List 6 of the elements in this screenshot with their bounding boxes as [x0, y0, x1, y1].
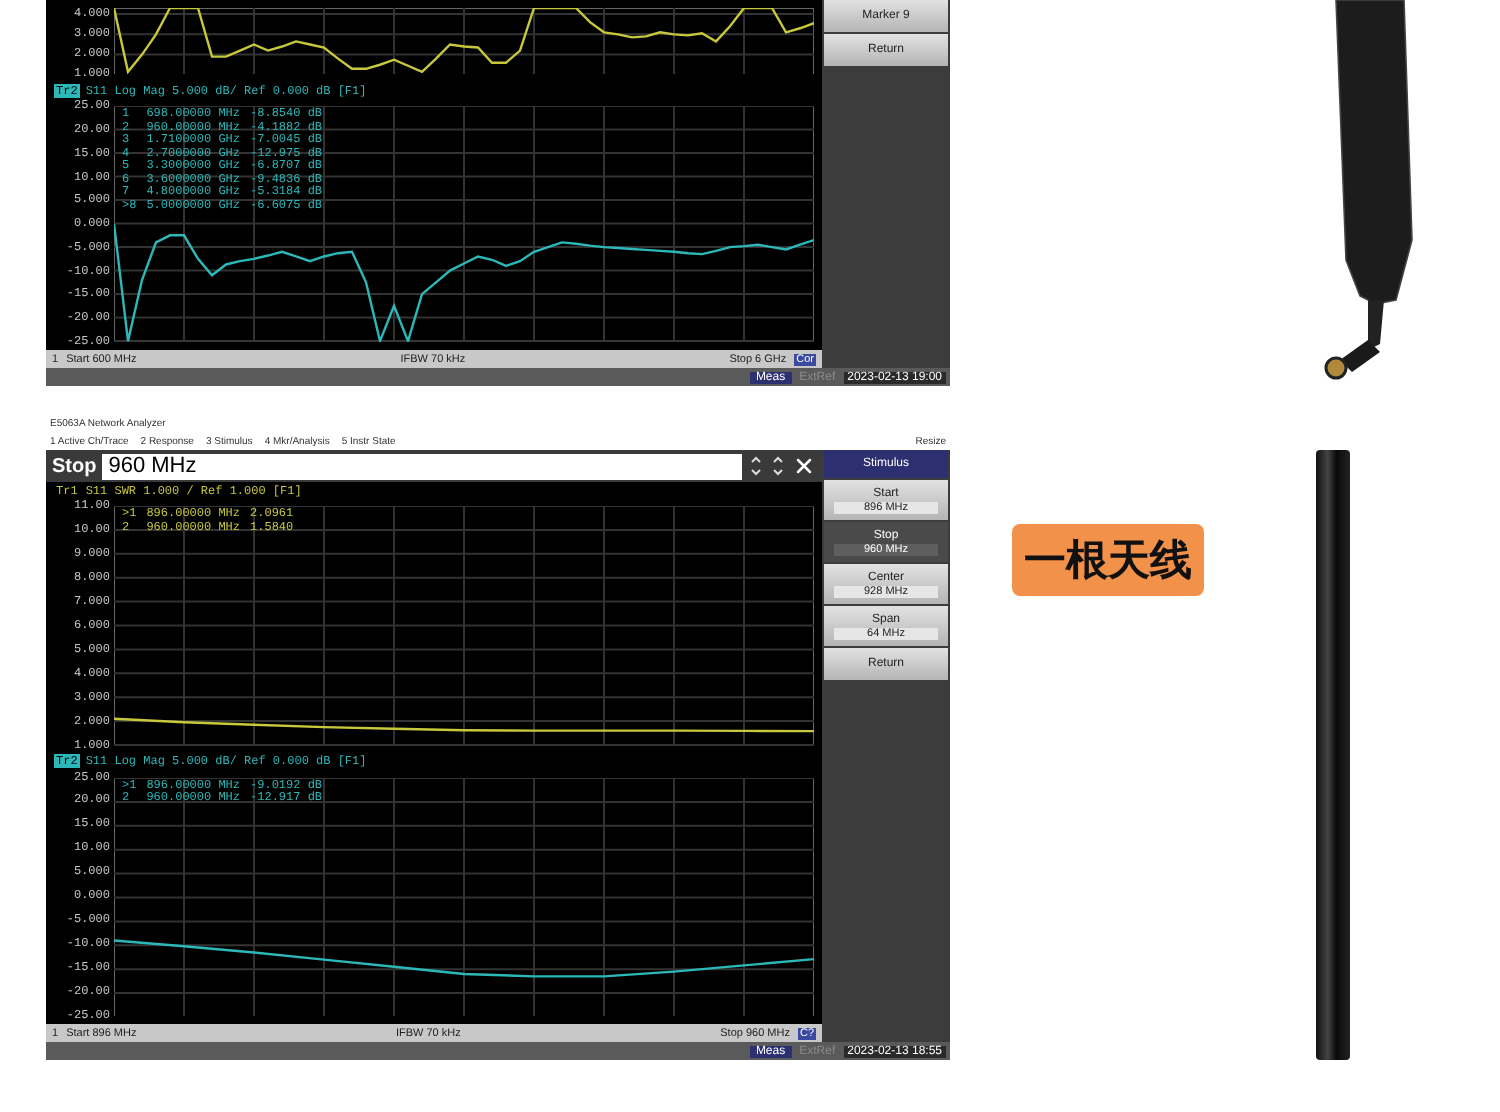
- close-button[interactable]: [792, 454, 816, 478]
- input-field[interactable]: 960 MHz: [102, 453, 742, 479]
- caption-label: 一根天线: [1012, 524, 1204, 596]
- entry-label: Stop: [52, 455, 97, 477]
- spinner-icon[interactable]: [748, 454, 764, 478]
- spinner-icon[interactable]: [770, 454, 786, 478]
